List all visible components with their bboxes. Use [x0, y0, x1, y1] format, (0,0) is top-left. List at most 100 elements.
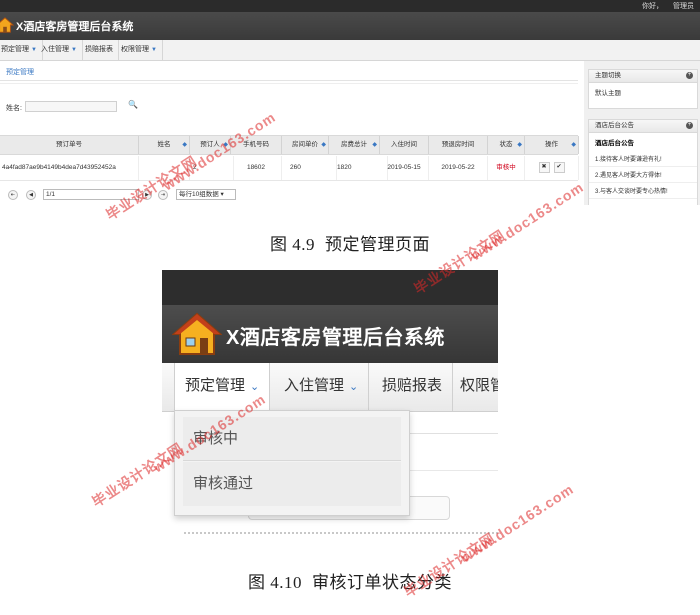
nav-label: 预定管理	[1, 46, 29, 53]
chevron-down-icon: ⌄	[250, 381, 260, 393]
figure-caption: 图 4.10 审核订单状态分类	[0, 568, 700, 593]
col-checkout[interactable]: 预退房时间	[429, 136, 488, 154]
order-status-screenshot: X酒店客房管理后台系统 预定管理 ⌄ 入住管理 ⌄ 损赔报表 权限管 审核中 审核通…	[162, 270, 498, 538]
col-label: 预订单号	[56, 141, 82, 148]
panel-title: 主题切换	[595, 72, 621, 79]
nav-label: 预定管理	[185, 377, 246, 394]
main-nav: 预定管理 ▼ 入住管理 ▼ 损赔报表 权限管理 ▼	[0, 40, 700, 61]
top-bar: 你好， 管理员	[0, 0, 700, 12]
main-content: 预定管理 姓名: 🔍 预订单号 姓名 ◆ 预订人 ◆ 手机号码 房间单价 ◆ 房费总计…	[0, 61, 580, 205]
cell-order-no: 4a4fad87ae9b4149b4dea7d43952452a	[0, 156, 139, 180]
col-label: 入住时间	[391, 141, 417, 148]
col-label: 手机号码	[243, 141, 269, 148]
house-logo-icon	[172, 312, 222, 355]
sort-icon: ◆	[372, 142, 377, 148]
top-bar	[162, 270, 498, 305]
figure-title: 审核订单状态分类	[312, 573, 452, 592]
check-icon[interactable]: ✔	[553, 161, 565, 173]
notice-item: 2.遇见客人时要大方得体!	[589, 167, 697, 183]
notice-item: 3.与客人交谈时要专心热情!	[589, 183, 697, 199]
col-label: 预订人	[200, 141, 220, 148]
close-icon[interactable]: ✖	[538, 161, 550, 173]
cell-name	[139, 156, 190, 180]
col-price[interactable]: 房间单价 ◆	[282, 136, 329, 154]
panel-header: 酒店后台公告 +	[589, 120, 697, 133]
last-page-icon[interactable]: ⇥	[158, 190, 168, 200]
notice-panel: 酒店后台公告 + 酒店后台公告 1.接待客人时要谦逊有礼! 2.遇见客人时要大方…	[588, 119, 698, 205]
main-nav: 预定管理 ⌄ 入住管理 ⌄ 损赔报表 权限管	[162, 363, 498, 412]
page-size-select[interactable]: 每行10组数据 ▾	[176, 189, 236, 200]
prev-page-icon[interactable]: ◀	[26, 190, 36, 200]
col-total[interactable]: 房费总计 ◆	[329, 136, 380, 154]
nav-damage-report[interactable]: 损赔报表	[372, 363, 454, 411]
nav-booking[interactable]: 预定管理 ⌄	[174, 363, 271, 411]
menu-item-approved[interactable]: 审核通过	[183, 462, 401, 506]
app-title: X酒店客房管理后台系统	[16, 21, 134, 33]
plus-icon[interactable]: +	[686, 72, 693, 79]
nav-label: 损赔报表	[85, 46, 113, 53]
panel-header: 主题切换 +	[589, 70, 697, 83]
nav-label: 入住管理	[284, 377, 345, 394]
cell-checkin: 2019-05-15	[380, 156, 429, 180]
col-phone[interactable]: 手机号码	[231, 136, 282, 154]
divider	[0, 83, 578, 84]
panel-title: 酒店后台公告	[595, 122, 634, 129]
user-greeting: 你好， 管理员	[634, 1, 694, 11]
notice-heading: 酒店后台公告	[595, 140, 634, 147]
divider	[0, 80, 578, 81]
cell-actions: ✖ ✔	[525, 156, 579, 180]
name-label: 姓名:	[6, 105, 22, 112]
sort-icon: ◆	[571, 142, 576, 148]
first-page-icon[interactable]: ⇤	[8, 190, 18, 200]
nav-label: 入住管理	[41, 46, 69, 53]
nav-checkin[interactable]: 入住管理 ▼	[36, 40, 83, 60]
theme-default-link[interactable]: 默认主题	[589, 83, 697, 101]
sort-icon: ◆	[182, 142, 187, 148]
user-name-link[interactable]: 管理员	[673, 3, 694, 10]
sort-icon: ◆	[223, 142, 228, 148]
col-order-no[interactable]: 预订单号	[0, 136, 139, 154]
divider	[184, 532, 498, 534]
table-row[interactable]: 4a4fad87ae9b4149b4dea7d43952452a 2 18602…	[0, 156, 579, 181]
nav-damage-report[interactable]: 损赔报表	[80, 40, 119, 60]
chevron-down-icon: ⌄	[349, 381, 359, 393]
sidebar: 主题切换 + 默认主题 酒店后台公告 + 酒店后台公告 1.接待客人时要谦逊有礼…	[584, 61, 700, 205]
chevron-down-icon: ▾	[220, 191, 224, 198]
col-booker[interactable]: 预订人 ◆	[190, 136, 231, 154]
sort-icon: ◆	[321, 142, 326, 148]
col-name[interactable]: 姓名 ◆	[139, 136, 190, 154]
col-checkin[interactable]: 入住时间	[380, 136, 429, 154]
page-size-label: 每行10组数据	[179, 191, 219, 198]
col-label: 状态	[499, 141, 513, 148]
col-label: 房间单价	[292, 141, 318, 148]
chevron-down-icon: ▼	[151, 47, 157, 53]
figure-title: 预定管理页面	[325, 235, 430, 254]
booking-dropdown-menu: 审核中 审核通过	[174, 410, 410, 516]
col-status[interactable]: 状态 ◆	[488, 136, 525, 154]
greeting-text: 你好，	[642, 3, 664, 10]
cell-booker: 2	[190, 156, 234, 180]
search-icon[interactable]: 🔍	[128, 100, 138, 109]
col-actions: 操作 ◆	[525, 136, 579, 154]
booking-management-screenshot: 你好， 管理员 X酒店客房管理后台系统 预定管理 ▼ 入住管理 ▼ 损赔报表 权限管…	[0, 0, 700, 205]
page-input[interactable]: 1/1	[43, 189, 139, 200]
section-title: 预定管理	[6, 69, 34, 76]
nav-checkin[interactable]: 入住管理 ⌄	[274, 363, 370, 411]
next-page-icon[interactable]: ▶	[142, 190, 152, 200]
figure-number: 图 4.9	[270, 235, 315, 254]
figure-number: 图 4.10	[248, 573, 302, 592]
nav-label: 权限管理	[121, 46, 149, 53]
app-title: X酒店客房管理后台系统	[226, 327, 445, 349]
theme-panel: 主题切换 + 默认主题	[588, 69, 698, 109]
table-header: 预订单号 姓名 ◆ 预订人 ◆ 手机号码 房间单价 ◆ 房费总计 ◆ 入住时间 预退房时…	[0, 135, 579, 155]
nav-permissions[interactable]: 权限管	[450, 363, 498, 411]
figure-caption: 图 4.9 预定管理页面	[0, 230, 700, 255]
menu-item-pending-review[interactable]: 审核中	[183, 417, 401, 461]
name-search-input[interactable]	[25, 101, 117, 112]
col-label: 房费总计	[341, 141, 367, 148]
plus-icon[interactable]: +	[686, 122, 693, 129]
nav-label: 损赔报表	[382, 377, 443, 394]
chevron-down-icon: ▼	[71, 47, 77, 53]
cell-status: 审核中	[488, 156, 525, 180]
nav-permissions[interactable]: 权限管理 ▼	[116, 40, 163, 60]
